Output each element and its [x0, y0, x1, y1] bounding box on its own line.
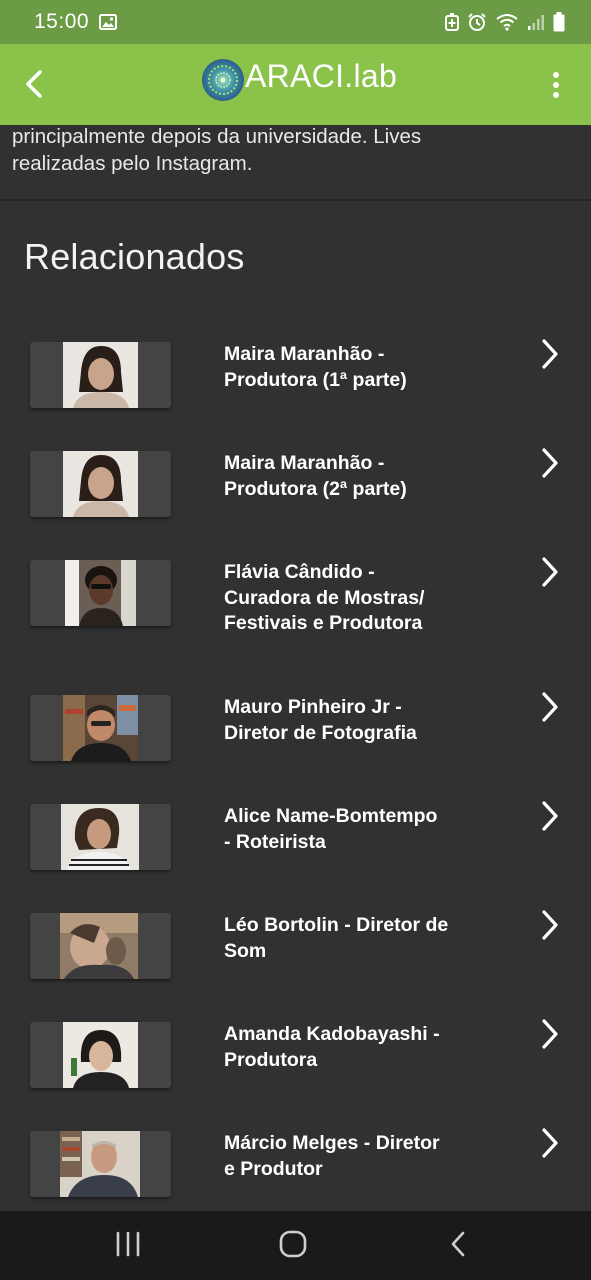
item-title: Márcio Melges - Diretor e Produtor: [224, 1131, 486, 1182]
item-title-line: Alice Name-Bomtempo: [224, 805, 438, 827]
item-title: Maira Maranhão - Produtora (2ª parte): [224, 451, 486, 502]
person-photo: [63, 1022, 138, 1088]
video-thumbnail: [30, 913, 171, 979]
app-title: ARACI.lab: [245, 58, 398, 94]
item-title-line: Flávia Cândido -: [224, 561, 375, 583]
item-title-line: Amanda Kadobayashi -: [224, 1023, 440, 1045]
item-title-line: Produtora (2ª parte): [224, 477, 407, 500]
video-thumbnail: [30, 1131, 171, 1197]
item-title-line: - Roteirista: [224, 830, 326, 853]
item-title-line: Som: [224, 939, 267, 962]
related-heading: Relacionados: [24, 236, 245, 277]
item-title: Léo Bortolin - Diretor de Som: [224, 913, 486, 964]
nav-back-icon[interactable]: [446, 1229, 470, 1259]
home-icon[interactable]: [278, 1229, 308, 1259]
item-title-line: Maira Maranhão -: [224, 452, 385, 474]
wifi-icon: [496, 14, 518, 31]
item-title-line: Léo Bortolin - Diretor de: [224, 914, 449, 936]
item-title-line: Maira Maranhão -: [224, 343, 385, 365]
item-title-line: Diretor de Fotografia: [224, 721, 417, 744]
status-bar: 15:00: [0, 0, 591, 44]
description-line: realizadas pelo Instagram.: [12, 152, 253, 175]
person-photo: [63, 342, 138, 408]
app-bar: ARACI.lab: [0, 44, 591, 125]
alarm-icon: [468, 13, 486, 31]
video-thumbnail: [30, 695, 171, 761]
item-title: Amanda Kadobayashi - Produtora: [224, 1022, 486, 1073]
item-title-line: Produtora (1ª parte): [224, 368, 407, 391]
signal-icon: [528, 15, 544, 30]
section-divider: [0, 199, 591, 201]
recent-apps-icon[interactable]: [114, 1229, 142, 1259]
item-title-line: Curadora de Mostras/: [224, 586, 425, 609]
person-photo: [60, 1131, 140, 1197]
more-vertical-icon[interactable]: [544, 68, 568, 102]
chevron-right-icon[interactable]: [538, 799, 562, 833]
battery-saver-icon: [445, 13, 459, 31]
chevron-right-icon[interactable]: [538, 446, 562, 480]
video-thumbnail: [30, 804, 171, 870]
description-line: principalmente depois da universidade. L…: [12, 125, 422, 148]
gallery-notification-icon: [99, 14, 118, 30]
app-screen: 15:00 ARACI.lab principalmente depois da…: [0, 0, 591, 1280]
battery-icon: [553, 12, 565, 32]
chevron-right-icon[interactable]: [538, 908, 562, 942]
status-icons: [445, 12, 565, 32]
item-title-line: Produtora: [224, 1048, 318, 1071]
item-title: Flávia Cândido - Curadora de Mostras/ Fe…: [224, 560, 486, 637]
person-photo: [65, 560, 136, 626]
item-title-line: Mauro Pinheiro Jr -: [224, 696, 402, 718]
video-thumbnail: [30, 560, 171, 626]
chevron-right-icon[interactable]: [538, 1017, 562, 1051]
system-navigation-bar: [0, 1211, 591, 1280]
item-title-line: Festivais e Produtora: [224, 612, 423, 634]
person-photo: [63, 695, 138, 761]
status-time: 15:00: [34, 10, 90, 33]
video-thumbnail: [30, 1022, 171, 1088]
person-photo: [61, 804, 139, 870]
item-title-line: Márcio Melges - Diretor: [224, 1132, 440, 1154]
chevron-right-icon[interactable]: [538, 337, 562, 371]
chevron-right-icon[interactable]: [538, 690, 562, 724]
video-thumbnail: [30, 342, 171, 408]
video-thumbnail: [30, 451, 171, 517]
description-text: principalmente depois da universidade. L…: [12, 123, 572, 177]
item-title: Mauro Pinheiro Jr - Diretor de Fotografi…: [224, 695, 486, 746]
person-photo: [63, 451, 138, 517]
person-photo: [60, 913, 138, 979]
item-title: Alice Name-Bomtempo - Roteirista: [224, 804, 486, 855]
araci-logo-icon: [202, 59, 244, 101]
back-arrow-icon[interactable]: [18, 64, 58, 104]
chevron-right-icon[interactable]: [538, 1126, 562, 1160]
item-title-line: e Produtor: [224, 1157, 323, 1180]
chevron-right-icon[interactable]: [538, 555, 562, 589]
item-title: Maira Maranhão - Produtora (1ª parte): [224, 342, 486, 393]
